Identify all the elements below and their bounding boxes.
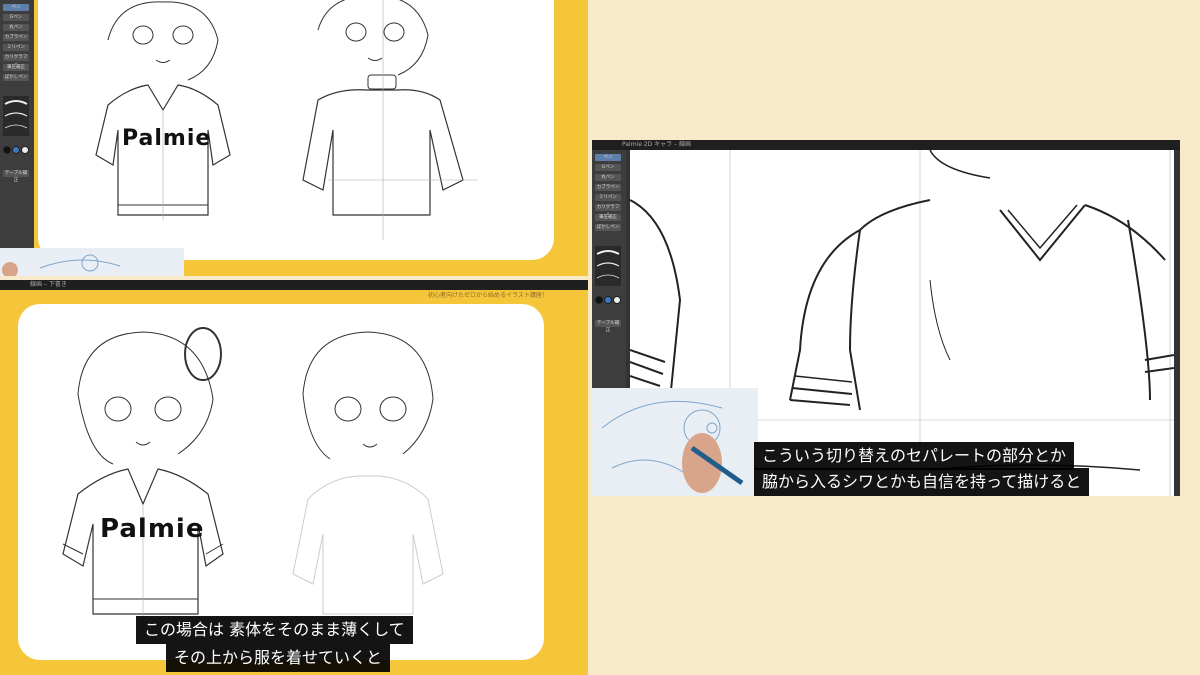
tool-sidebar: ペン Gペン 丸ペン カブラペン ミリペン カリグラフィ 筆圧補正 ぼかしペン …: [0, 0, 34, 276]
brush-preview: [595, 246, 621, 286]
subtitle-line-1: この場合は 素体をそのまま薄くして: [136, 616, 413, 644]
tool-pen[interactable]: ペン: [595, 154, 621, 161]
panel-bottom-left: 線画 – 下書き 初心者向けたゼロから始めるイラスト講座！ Palmie この場…: [0, 280, 588, 675]
tool-kabura-pen[interactable]: カブラペン: [3, 34, 29, 41]
tool-round-pen[interactable]: 丸ペン: [595, 174, 621, 181]
course-caption: 初心者向けたゼロから始めるイラスト講座！: [428, 292, 548, 299]
color-dot[interactable]: [12, 146, 20, 154]
tool-kabura-pen[interactable]: カブラペン: [595, 184, 621, 191]
shirt-logo: Palmie: [100, 514, 205, 544]
tool-calligraphy[interactable]: カリグラフィ: [3, 54, 29, 67]
tool-pen[interactable]: ペン: [3, 4, 29, 11]
color-dot[interactable]: [595, 296, 603, 304]
color-dot[interactable]: [3, 146, 11, 154]
drawing-canvas[interactable]: Palmie: [38, 0, 554, 260]
webcam-preview: [592, 388, 758, 496]
color-dot[interactable]: [613, 296, 621, 304]
tool-pressure[interactable]: 筆圧補正: [3, 64, 29, 71]
stabilizer-label[interactable]: テーブル補正: [595, 320, 621, 333]
tool-milli-pen[interactable]: ミリペン: [3, 44, 29, 51]
window-title: 線画 – 下書き: [0, 280, 588, 290]
drawing-canvas[interactable]: Palmie: [18, 304, 544, 660]
subtitle-line-1: こういう切り替えのセパレートの部分とか: [754, 442, 1075, 470]
tool-gpen[interactable]: Gペン: [3, 14, 29, 21]
color-dot[interactable]: [604, 296, 612, 304]
character-sketch-icon: [95, 0, 478, 240]
brush-stroke-icon: [4, 100, 28, 129]
subtitle-line-2: 脇から入るシワとかも自信を持って描けると: [754, 468, 1090, 496]
subtitle-line-2: その上から服を着せていくと: [166, 644, 391, 672]
tool-blur-pen[interactable]: ぼかしペン: [3, 74, 29, 81]
tool-round-pen[interactable]: 丸ペン: [3, 24, 29, 31]
hand-drawing-icon: [601, 400, 744, 493]
color-dot[interactable]: [21, 146, 29, 154]
brush-preview: [3, 96, 29, 136]
character-sketch-icon: [62, 327, 444, 634]
panel-right: Palmie 2D キャラ – 線画 ペン Gペン 丸ペン カブラペン ミリペン…: [592, 140, 1180, 496]
hand-drawing-icon: [2, 254, 121, 276]
panel-top-left: ペン Gペン 丸ペン カブラペン ミリペン カリグラフィ 筆圧補正 ぼかしペン …: [0, 0, 588, 276]
webcam-preview: [0, 248, 184, 276]
shirt-logo: Palmie: [122, 126, 212, 151]
brush-stroke-icon: [596, 250, 620, 279]
tool-milli-pen[interactable]: ミリペン: [595, 194, 621, 201]
tool-gpen[interactable]: Gペン: [595, 164, 621, 171]
tool-pressure[interactable]: 筆圧補正: [595, 214, 621, 221]
window-title: Palmie 2D キャラ – 線画: [592, 140, 1180, 150]
tool-blur-pen[interactable]: ぼかしペン: [595, 224, 621, 231]
tool-calligraphy[interactable]: カリグラフィ: [595, 204, 621, 217]
stabilizer-label[interactable]: テーブル補正: [3, 170, 29, 183]
